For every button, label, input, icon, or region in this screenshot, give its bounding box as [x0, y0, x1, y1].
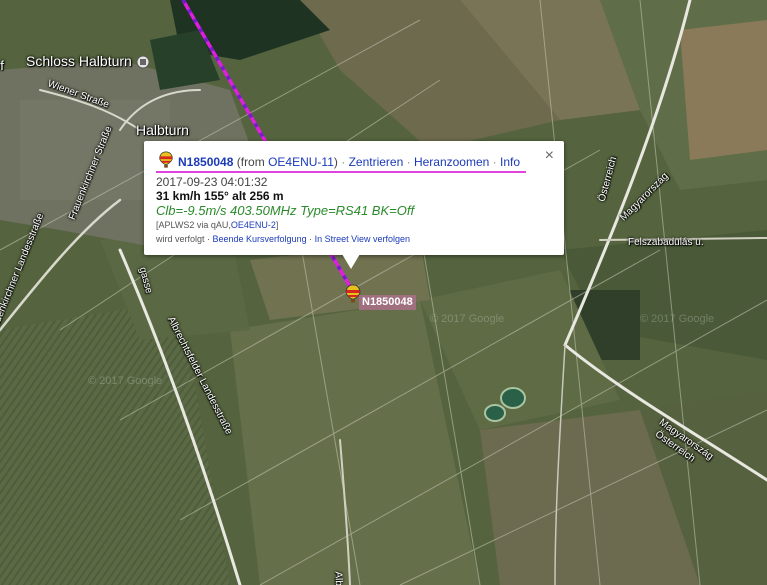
close-icon[interactable]: ×: [545, 147, 554, 165]
timestamp: 2017-09-23 04:01:32: [156, 175, 268, 189]
balloon-icon: [158, 151, 174, 172]
map-label-felszabadulas: Felszabadulás u.: [628, 237, 704, 248]
path-station-link[interactable]: OE4ENU-2: [231, 220, 276, 230]
popup-divider: [156, 171, 526, 173]
path-suffix: ]: [275, 220, 279, 230]
stop-tracking-link[interactable]: Beende Kursverfolgung: [213, 234, 307, 244]
map-label-schloss-halbturn: Schloss Halbturn: [26, 53, 132, 69]
from-station-link[interactable]: OE4ENU-11: [268, 155, 334, 169]
satellite-map[interactable]: of Schloss Halbturn Halbturn Wiener Stra…: [0, 0, 767, 585]
callsign-link[interactable]: N1850048: [178, 155, 233, 169]
tracking-row: wird verfolgt · Beende Kursverfolgung · …: [156, 234, 410, 244]
map-label-albre: Albre: [332, 571, 345, 585]
balloon-marker-label[interactable]: N1850048: [359, 295, 416, 310]
map-imagery: [0, 0, 767, 585]
popup-header: N1850048 (from OE4ENU-11) · Zentrieren ·…: [158, 151, 520, 172]
info-popup: × N1850048 (from OE4ENU-11) · Zentrieren…: [144, 141, 564, 269]
center-link[interactable]: Zentrieren: [349, 155, 404, 169]
tracked-status: wird verfolgt ·: [156, 234, 213, 244]
separator: ·: [403, 155, 414, 169]
map-watermark: © 2017 Google: [88, 375, 163, 387]
path-prefix: [APLWS2 via qAU,: [156, 220, 231, 230]
motion-readout: 31 km/h 155° alt 256 m: [156, 189, 284, 203]
map-watermark: © 2017 Google: [430, 313, 505, 325]
from-prefix: (from: [236, 155, 269, 169]
popup-tail: [342, 254, 360, 269]
zoom-in-link[interactable]: Heranzoomen: [414, 155, 489, 169]
separator: ·: [337, 155, 349, 169]
map-label-edge: of: [0, 58, 4, 73]
separator: ·: [306, 234, 315, 244]
map-label-halbturn: Halbturn: [136, 122, 189, 138]
separator: ·: [489, 155, 500, 169]
comment-text: Clb=-9.5m/s 403.50MHz Type=RS41 BK=Off: [156, 203, 415, 218]
packet-path: [APLWS2 via qAU,OE4ENU-2]: [156, 220, 278, 230]
map-watermark: © 2017 Google: [640, 313, 715, 325]
info-link[interactable]: Info: [500, 155, 520, 169]
streetview-link[interactable]: In Street View verfolgen: [315, 234, 410, 244]
